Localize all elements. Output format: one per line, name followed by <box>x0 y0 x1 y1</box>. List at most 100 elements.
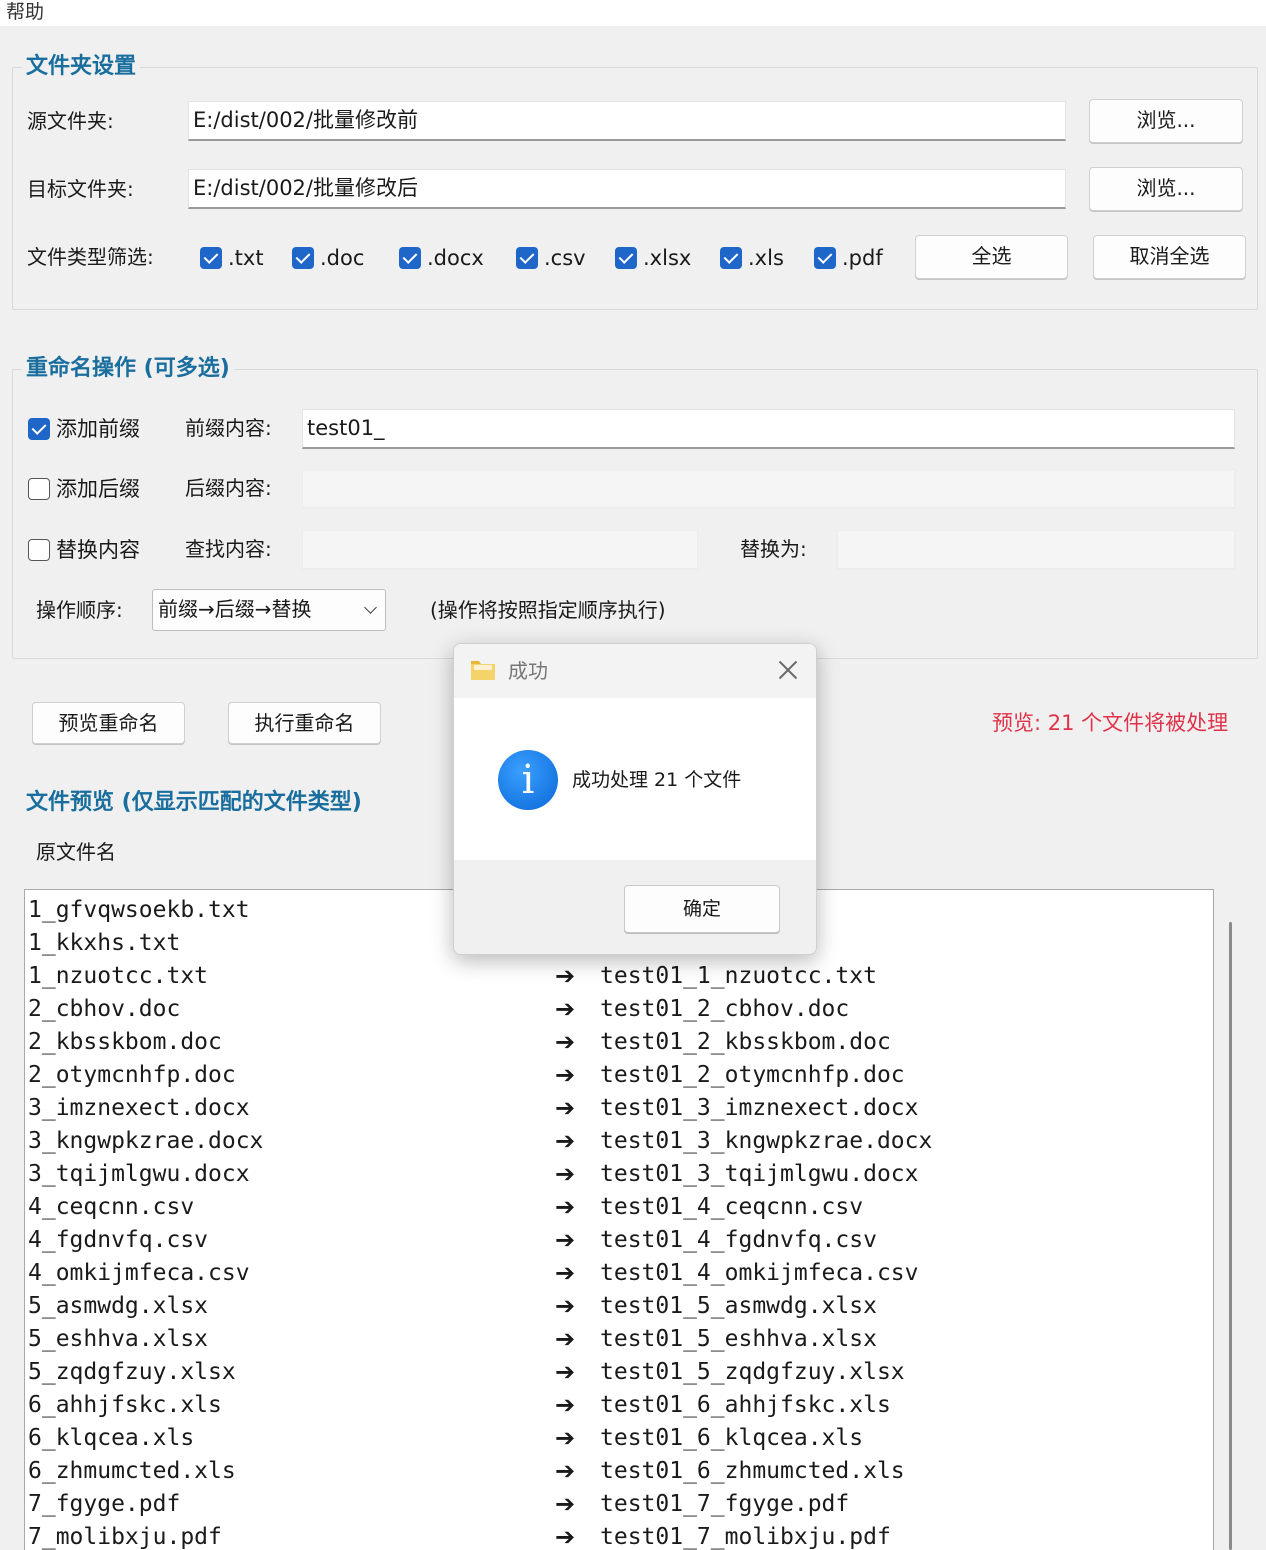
dialog-message: 成功处理 21 个文件 <box>572 769 742 791</box>
new-filename: test01_7_molibxju.pdf <box>600 1524 891 1550</box>
new-filename: test01_5_eshhva.xlsx <box>600 1326 877 1352</box>
arrow-right-icon: ➔ <box>555 1160 576 1188</box>
new-filename: test01_1_nzuotcc.txt <box>600 963 877 989</box>
filetype-checkbox-doc[interactable]: .doc <box>292 237 364 278</box>
new-filename: test01_3_kngwpkzrae.docx <box>600 1128 933 1154</box>
new-filename: test01_3_tqijmlgwu.docx <box>600 1161 919 1187</box>
arrow-right-icon: ➔ <box>555 962 576 990</box>
table-row[interactable]: 3_kngwpkzrae.docx ➔ test01_3_kngwpkzrae.do… <box>25 1125 1213 1158</box>
table-row[interactable]: 4_fgdnvfq.csv ➔ test01_4_fgdnvfq.csv <box>25 1224 1213 1257</box>
new-filename: test01_4_ceqcnn.csv <box>600 1194 864 1220</box>
table-row[interactable]: 5_eshhva.xlsx ➔ test01_5_eshhva.xlsx <box>25 1323 1213 1356</box>
new-filename: test01_4_omkijmfeca.csv <box>600 1260 919 1286</box>
execute-rename-button[interactable]: 执行重命名 <box>228 702 381 744</box>
target-folder-input[interactable]: E:/dist/002/批量修改后 <box>188 169 1066 209</box>
original-filename: 4_ceqcnn.csv <box>28 1194 195 1220</box>
order-hint: (操作将按照指定顺序执行) <box>430 598 666 622</box>
table-row[interactable]: 2_otymcnhfp.doc ➔ test01_2_otymcnhfp.doc <box>25 1059 1213 1092</box>
replace-with-input[interactable] <box>837 530 1235 570</box>
filetype-checkbox-csv[interactable]: .csv <box>516 237 586 278</box>
new-filename: test01_6_zhmumcted.xls <box>600 1458 905 1484</box>
add-prefix-checkbox[interactable]: 添加前缀 <box>28 408 140 449</box>
new-filename: test01_5_asmwdg.xlsx <box>600 1293 877 1319</box>
menubar: 帮助 <box>0 0 1266 26</box>
replace-checkbox[interactable]: 替换内容 <box>28 529 140 570</box>
original-filename: 5_asmwdg.xlsx <box>28 1293 209 1319</box>
menu-help[interactable]: 帮助 <box>6 0 44 24</box>
table-row[interactable]: 7_fgyge.pdf ➔ test01_7_fgyge.pdf <box>25 1488 1213 1521</box>
success-dialog: 成功 i 成功处理 21 个文件 确定 <box>453 643 817 955</box>
close-icon[interactable] <box>776 658 800 682</box>
original-filename: 3_imznexect.docx <box>28 1095 250 1121</box>
original-filename: 7_fgyge.pdf <box>28 1491 181 1517</box>
filetype-checkbox-pdf[interactable]: .pdf <box>814 237 883 278</box>
new-filename: test01_2_cbhov.doc <box>600 996 850 1022</box>
new-filename: test01_5_zqdgfzuy.xlsx <box>600 1359 905 1385</box>
arrow-right-icon: ➔ <box>555 1358 576 1386</box>
original-filename: 3_kngwpkzrae.docx <box>28 1128 264 1154</box>
info-icon: i <box>498 750 558 810</box>
new-filename: test01_6_klqcea.xls <box>600 1425 864 1451</box>
dialog-ok-button[interactable]: 确定 <box>624 885 780 933</box>
prefix-input[interactable]: test01_ <box>302 409 1235 449</box>
table-row[interactable]: 6_ahhjfskc.xls ➔ test01_6_ahhjfskc.xls <box>25 1389 1213 1422</box>
original-filename: 4_fgdnvfq.csv <box>28 1227 209 1253</box>
checkbox-icon <box>615 247 637 269</box>
table-row[interactable]: 3_imznexect.docx ➔ test01_3_imznexect.docx <box>25 1092 1213 1125</box>
arrow-right-icon: ➔ <box>555 995 576 1023</box>
source-folder-label: 源文件夹: <box>27 109 114 133</box>
table-row[interactable]: 6_zhmumcted.xls ➔ test01_6_zhmumcted.xls <box>25 1455 1213 1488</box>
table-row[interactable]: 6_klqcea.xls ➔ test01_6_klqcea.xls <box>25 1422 1213 1455</box>
add-suffix-checkbox[interactable]: 添加后缀 <box>28 468 140 509</box>
file-preview-list[interactable]: 1_gfvqwsoekb.txt➔oekb.txt1_kkxhs.txt➔txt… <box>24 889 1214 1550</box>
filetype-label: .txt <box>228 246 264 270</box>
order-select-value: 前缀→后缀→替换 <box>158 597 312 621</box>
table-row[interactable]: 7_molibxju.pdf ➔ test01_7_molibxju.pdf <box>25 1521 1213 1550</box>
filetype-label: .doc <box>320 246 365 270</box>
find-input[interactable] <box>302 530 698 570</box>
arrow-right-icon: ➔ <box>555 1127 576 1155</box>
filetype-checkbox-txt[interactable]: .txt <box>200 237 264 278</box>
arrow-right-icon: ➔ <box>555 1292 576 1320</box>
table-row[interactable]: 4_ceqcnn.csv ➔ test01_4_ceqcnn.csv <box>25 1191 1213 1224</box>
chevron-down-icon <box>364 601 377 614</box>
original-filename: 2_kbsskbom.doc <box>28 1029 222 1055</box>
table-row[interactable]: 4_omkijmfeca.csv ➔ test01_4_omkijmfeca.csv <box>25 1257 1213 1290</box>
original-filename: 5_zqdgfzuy.xlsx <box>28 1359 236 1385</box>
file-preview-title: 文件预览 (仅显示匹配的文件类型) <box>22 789 366 817</box>
filetype-label: .pdf <box>842 246 883 270</box>
new-filename: test01_3_imznexect.docx <box>600 1095 919 1121</box>
filetype-checkbox-xls[interactable]: .xls <box>720 237 784 278</box>
new-filename: test01_7_fgyge.pdf <box>600 1491 850 1517</box>
checkbox-icon <box>516 247 538 269</box>
table-row[interactable]: 1_nzuotcc.txt ➔ test01_1_nzuotcc.txt <box>25 960 1213 993</box>
browse-source-button[interactable]: 浏览... <box>1089 99 1243 143</box>
table-row[interactable]: 5_asmwdg.xlsx ➔ test01_5_asmwdg.xlsx <box>25 1290 1213 1323</box>
table-row[interactable]: 2_kbsskbom.doc ➔ test01_2_kbsskbom.doc <box>25 1026 1213 1059</box>
suffix-label: 后缀内容: <box>185 476 272 500</box>
arrow-right-icon: ➔ <box>555 1457 576 1485</box>
filetype-label: .docx <box>427 246 484 270</box>
arrow-right-icon: ➔ <box>555 1523 576 1550</box>
arrow-right-icon: ➔ <box>555 1424 576 1452</box>
source-folder-input[interactable]: E:/dist/002/批量修改前 <box>188 101 1066 141</box>
table-row[interactable]: 5_zqdgfzuy.xlsx ➔ test01_5_zqdgfzuy.xlsx <box>25 1356 1213 1389</box>
browse-target-button[interactable]: 浏览... <box>1089 167 1243 211</box>
list-scrollbar[interactable] <box>1229 922 1232 1550</box>
deselect-all-button[interactable]: 取消全选 <box>1093 235 1246 279</box>
preview-rename-button[interactable]: 预览重命名 <box>32 702 185 744</box>
table-row[interactable]: 2_cbhov.doc ➔ test01_2_cbhov.doc <box>25 993 1213 1026</box>
select-all-button[interactable]: 全选 <box>915 235 1068 279</box>
filetype-checkbox-xlsx[interactable]: .xlsx <box>615 237 691 278</box>
filetype-checkbox-docx[interactable]: .docx <box>399 237 484 278</box>
arrow-right-icon: ➔ <box>555 1028 576 1056</box>
preview-status: 预览: 21 个文件将被处理 <box>992 711 1229 735</box>
suffix-input[interactable] <box>302 469 1235 509</box>
table-row[interactable]: 3_tqijmlgwu.docx ➔ test01_3_tqijmlgwu.docx <box>25 1158 1213 1191</box>
order-select[interactable]: 前缀→后缀→替换 <box>152 589 386 631</box>
original-filename: 1_nzuotcc.txt <box>28 963 209 989</box>
original-filename: 7_molibxju.pdf <box>28 1524 222 1550</box>
find-label: 查找内容: <box>185 537 272 561</box>
checkbox-icon <box>814 247 836 269</box>
checkbox-icon <box>292 247 314 269</box>
